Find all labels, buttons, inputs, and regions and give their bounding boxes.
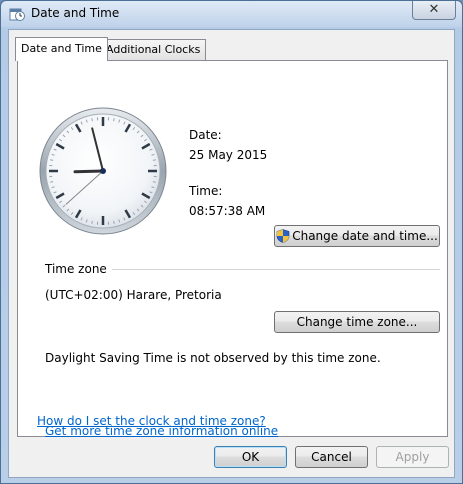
- time-zone-divider: [112, 269, 440, 270]
- time-zone-value: (UTC+02:00) Harare, Pretoria: [45, 288, 222, 302]
- tab-date-and-time[interactable]: Date and Time: [15, 37, 108, 61]
- clock-minute-tick: [91, 118, 93, 122]
- change-time-zone-button[interactable]: Change time zone...: [274, 311, 440, 333]
- change-date-time-button[interactable]: Change date and time...: [274, 225, 440, 247]
- time-zone-heading: Time zone: [45, 262, 107, 276]
- uac-shield-icon: [276, 229, 290, 243]
- cancel-button[interactable]: Cancel: [295, 446, 368, 468]
- dst-note: Daylight Saving Time is not observed by …: [45, 351, 381, 365]
- close-icon: ✕: [428, 2, 440, 17]
- clock-minute-tick: [50, 181, 54, 183]
- date-time-app-icon: [9, 8, 25, 21]
- time-label: Time:: [189, 184, 223, 198]
- date-time-panel: Date: 25 May 2015 Time: 08:57:38 AM Chan…: [17, 60, 448, 438]
- window-title: Date and Time: [31, 6, 120, 20]
- date-time-dialog: Date and Time ✕ Date and Time Additional…: [0, 0, 463, 484]
- date-label: Date:: [189, 128, 222, 142]
- clock-minute-tick: [113, 220, 115, 224]
- set-clock-help-link[interactable]: How do I set the clock and time zone?: [37, 414, 266, 428]
- clock-minute-tick: [50, 159, 54, 161]
- time-value: 08:57:38 AM: [189, 204, 266, 218]
- clock-center-pin: [100, 168, 106, 174]
- hour-hand: [73, 169, 105, 174]
- clock-minute-tick: [91, 220, 93, 224]
- title-bar[interactable]: Date and Time ✕: [1, 1, 462, 27]
- change-date-time-label: Change date and time...: [292, 229, 438, 243]
- tab-additional-clocks[interactable]: Additional Clocks: [100, 39, 207, 60]
- close-button[interactable]: ✕: [412, 1, 456, 20]
- ok-button[interactable]: OK: [214, 446, 287, 468]
- clock-minute-tick: [113, 118, 115, 122]
- analog-clock: [39, 107, 167, 235]
- clock-minute-tick: [152, 159, 156, 161]
- date-value: 25 May 2015: [189, 148, 268, 162]
- dialog-client-area: Date and Time Additional Clocks Date: 25…: [8, 29, 455, 478]
- clock-minute-tick: [152, 181, 156, 183]
- apply-button[interactable]: Apply: [376, 446, 449, 468]
